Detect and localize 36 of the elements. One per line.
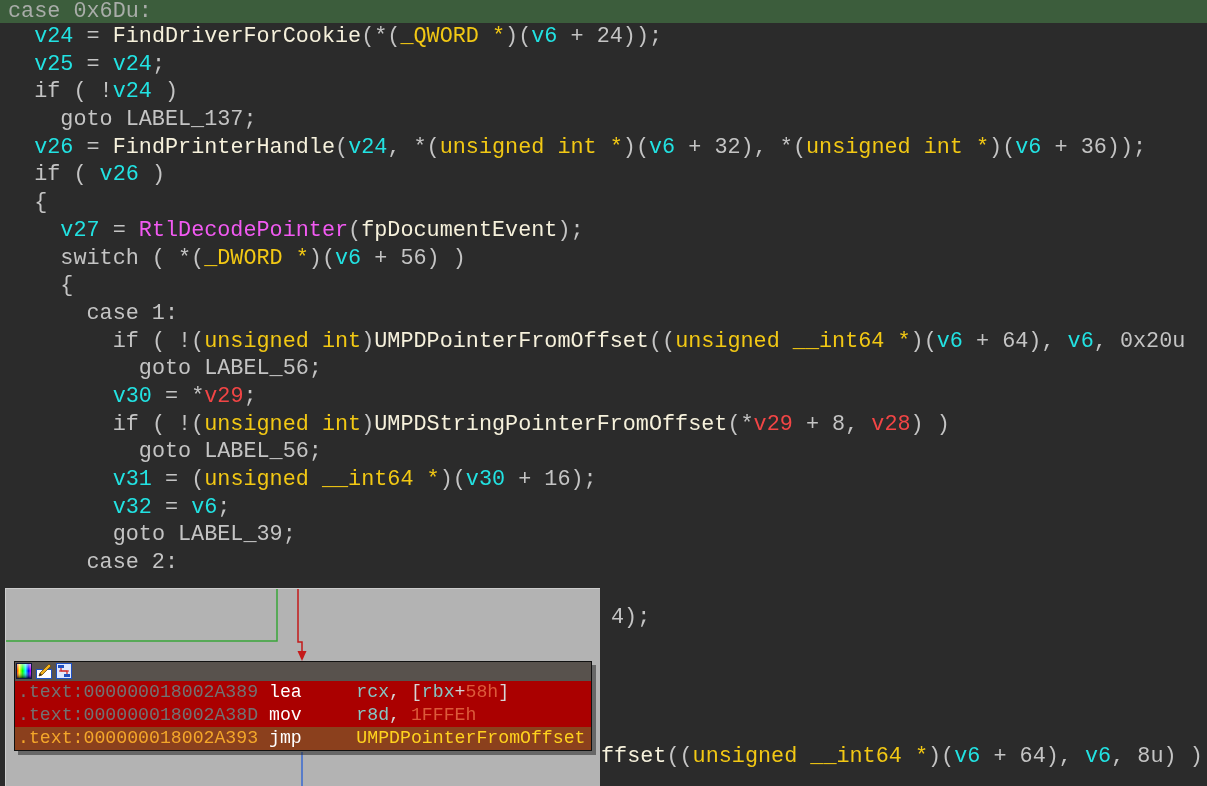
code-line: case 0x6Du:: [8, 0, 152, 24]
code-line: v26 = FindPrinterHandle(v24, *(unsigned int *)(v6 + 32), *(unsigned int *)(v6 + 36));: [34, 134, 1147, 160]
operand-text: rcx, [rbx+58h]: [356, 680, 510, 704]
code-line: {: [60, 273, 74, 299]
code-line: goto LABEL_56;: [138, 356, 322, 382]
code-line: case 1:: [86, 300, 179, 326]
pencil-icon[interactable]: [36, 663, 52, 680]
mnemonic-text: lea: [269, 680, 302, 704]
code-line: if ( !(unsigned int)UMPDStringPointerFromOffset(*v29 + 8, v28) ): [112, 411, 950, 437]
code-line: goto LABEL_56;: [138, 439, 322, 465]
address-text: .text:000000018002A393: [18, 726, 259, 750]
code-line: v31 = (unsigned __int64 *)(v30 + 16);: [112, 467, 597, 492]
operand-text: r8d, 1FFFEh: [356, 703, 477, 727]
flow-edge: [301, 751, 303, 786]
code-line: goto LABEL_137;: [60, 107, 257, 133]
flowchart-icon[interactable]: [56, 663, 72, 680]
palette-icon[interactable]: [16, 663, 32, 680]
code-line: v27 = RtlDecodePointer(fpDocumentEvent);: [60, 217, 584, 243]
code-line: v25 = v24;: [34, 51, 165, 77]
code-line: if ( !(unsigned int)UMPDPointerFromOffset((unsigned __int64 *)(v6 + 64), v6, 0x20u: [112, 328, 1186, 354]
code-line: ffset((unsigned __int64 *)(v6 + 64), v6, 8u) ): [601, 743, 1203, 769]
code-line: goto LABEL_39;: [112, 522, 296, 548]
mnemonic-text: jmp: [269, 726, 302, 750]
code-line: switch ( *(_DWORD *)(v6 + 56) ): [60, 245, 466, 271]
operand-text: UMPDPointerFromOffset: [356, 726, 586, 750]
code-line: 4);: [611, 605, 651, 631]
address-text: .text:000000018002A38D: [18, 703, 259, 727]
code-line: v24 = FindDriverForCookie(*(_QWORD *)(v6 + 24));: [34, 24, 663, 49]
code-line: {: [34, 190, 48, 216]
code-line: case 2:: [86, 550, 179, 576]
code-line: v32 = v6;: [112, 494, 231, 520]
mnemonic-text: mov: [269, 703, 302, 727]
code-line: if ( v26 ): [34, 162, 165, 188]
code-line: if ( !v24 ): [34, 79, 179, 105]
code-line: v30 = *v29;: [112, 383, 257, 409]
address-text: .text:000000018002A389: [18, 680, 259, 704]
